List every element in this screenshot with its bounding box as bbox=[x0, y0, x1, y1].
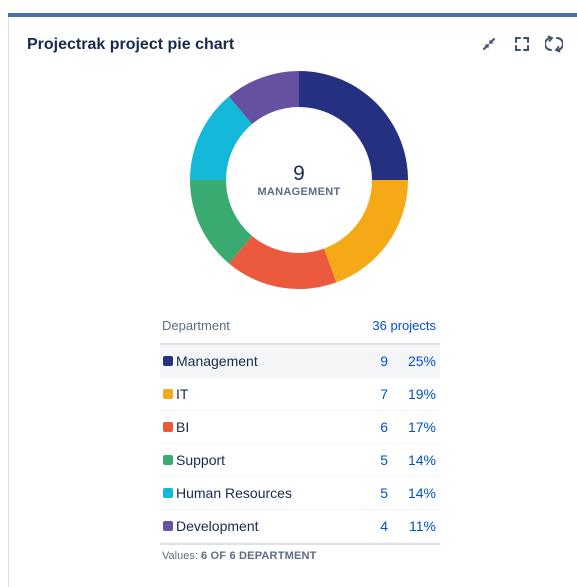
row-count[interactable]: 6 bbox=[380, 419, 388, 435]
legend-swatch bbox=[163, 389, 173, 399]
row-count[interactable]: 4 bbox=[380, 518, 388, 534]
row-percent: 25% bbox=[407, 353, 436, 369]
row-department-name: IT bbox=[176, 386, 189, 402]
donut-center-label: MANAGEMENT bbox=[257, 186, 341, 198]
table-row[interactable]: IT 7 19% bbox=[160, 378, 440, 411]
department-table: Department 36 projects Management 9 25% IT 7… bbox=[160, 309, 440, 545]
row-department-name: Human Resources bbox=[176, 485, 292, 501]
table-row[interactable]: BI 6 17% bbox=[160, 411, 440, 444]
row-percent: 17% bbox=[407, 419, 436, 435]
legend-swatch bbox=[163, 521, 173, 531]
refresh-button[interactable] bbox=[543, 33, 565, 55]
row-count[interactable]: 5 bbox=[380, 485, 388, 501]
table-row[interactable]: Development 4 11% bbox=[160, 510, 440, 543]
table-row[interactable]: Support 5 14% bbox=[160, 444, 440, 477]
legend-swatch bbox=[163, 422, 173, 432]
row-percent: 14% bbox=[407, 452, 436, 468]
refresh-icon bbox=[545, 35, 563, 53]
values-summary: Values: 6 OF 6 DEPARTMENT bbox=[162, 550, 317, 562]
values-count: 6 OF 6 DEPARTMENT bbox=[200, 550, 317, 562]
header-total-projects[interactable]: 36 projects bbox=[372, 318, 436, 333]
row-percent: 19% bbox=[407, 386, 436, 402]
row-department-name: BI bbox=[176, 419, 190, 435]
row-department-name: Development bbox=[176, 518, 259, 534]
table-divider bbox=[160, 543, 440, 545]
minimize-icon bbox=[480, 35, 498, 53]
fullscreen-icon bbox=[513, 35, 531, 53]
row-count[interactable]: 7 bbox=[380, 386, 388, 402]
row-department-name: Support bbox=[176, 452, 226, 468]
gadget-title: Projectrak project pie chart bbox=[27, 36, 235, 53]
minimize-button[interactable] bbox=[478, 33, 500, 55]
table-header: Department 36 projects bbox=[160, 309, 440, 345]
row-department-name: Management bbox=[176, 353, 258, 369]
row-percent: 14% bbox=[407, 485, 436, 501]
row-count[interactable]: 5 bbox=[380, 452, 388, 468]
header-department: Department bbox=[162, 318, 230, 333]
fullscreen-button[interactable] bbox=[511, 33, 533, 55]
legend-swatch bbox=[163, 455, 173, 465]
legend-swatch bbox=[163, 488, 173, 498]
legend-swatch bbox=[163, 356, 173, 366]
values-prefix: Values: bbox=[162, 550, 198, 562]
row-count[interactable]: 9 bbox=[380, 353, 388, 369]
donut-center-value: 9 bbox=[293, 162, 305, 185]
table-row[interactable]: Management 9 25% bbox=[160, 345, 440, 378]
table-row[interactable]: Human Resources 5 14% bbox=[160, 477, 440, 510]
row-percent: 11% bbox=[409, 518, 436, 534]
